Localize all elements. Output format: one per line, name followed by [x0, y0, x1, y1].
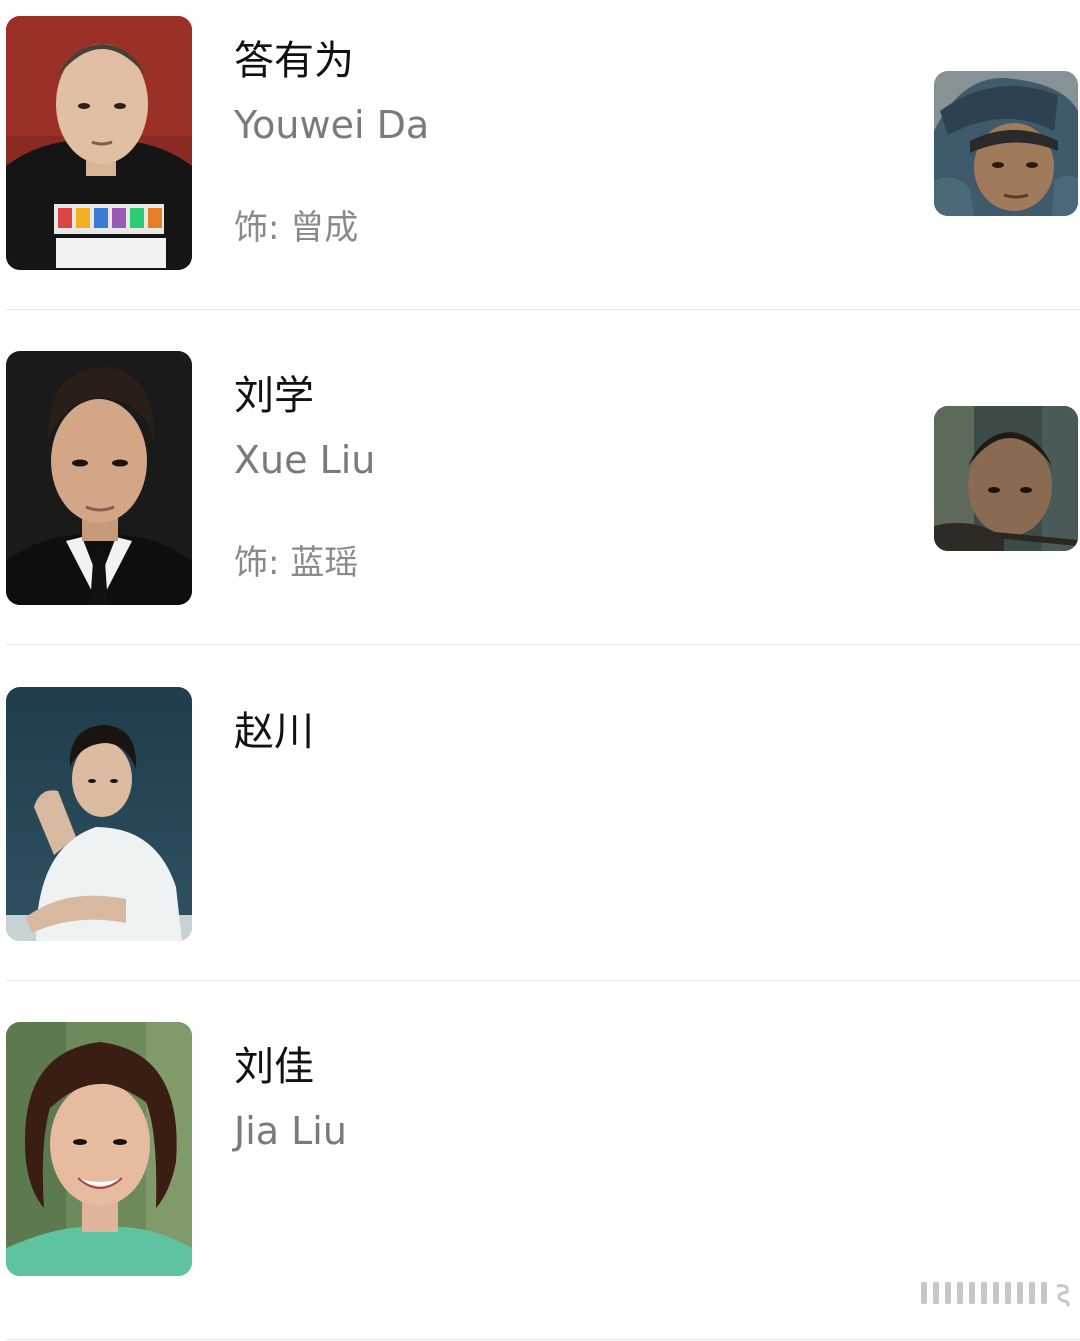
- actor-portrait[interactable]: [6, 1022, 192, 1276]
- role-label: 饰: 蓝瑶: [234, 543, 359, 583]
- still-image: [934, 71, 1078, 216]
- cast-row[interactable]: 刘佳 Jia Liu: [0, 1006, 1080, 1341]
- portrait-image: [6, 1022, 192, 1276]
- actor-name: 刘佳: [234, 1044, 314, 1090]
- cast-row[interactable]: 赵川: [0, 671, 1080, 1006]
- actor-name: 赵川: [234, 709, 314, 755]
- actor-name: 刘学: [234, 373, 314, 419]
- actor-name-english: Xue Liu: [234, 438, 376, 482]
- row-divider: [6, 644, 1080, 645]
- character-still[interactable]: [934, 71, 1078, 216]
- cast-row[interactable]: 刘学 Xue Liu 饰: 蓝瑶: [0, 335, 1080, 670]
- cast-list: 答有为 Youwei Da 饰: 曾成 刘学 Xue Liu 饰: 蓝瑶 赵川 …: [0, 0, 1080, 1340]
- actor-name-english: Jia Liu: [234, 1109, 347, 1153]
- portrait-image: [6, 687, 192, 941]
- role-label: 饰: 曾成: [234, 208, 359, 248]
- row-divider: [6, 1339, 1080, 1340]
- actor-name-english: Youwei Da: [234, 103, 430, 147]
- portrait-image: [6, 16, 192, 270]
- watermark-glyphs: [921, 1282, 1070, 1308]
- cast-row[interactable]: 答有为 Youwei Da 饰: 曾成: [0, 0, 1080, 335]
- actor-portrait[interactable]: [6, 16, 192, 270]
- watermark-logo: [921, 1278, 1073, 1308]
- actor-portrait[interactable]: [6, 351, 192, 605]
- row-divider: [6, 309, 1080, 310]
- still-image: [934, 406, 1078, 551]
- character-still[interactable]: [934, 406, 1078, 551]
- portrait-image: [6, 351, 192, 605]
- actor-portrait[interactable]: [6, 687, 192, 941]
- actor-name: 答有为: [234, 38, 354, 84]
- row-divider: [6, 980, 1080, 981]
